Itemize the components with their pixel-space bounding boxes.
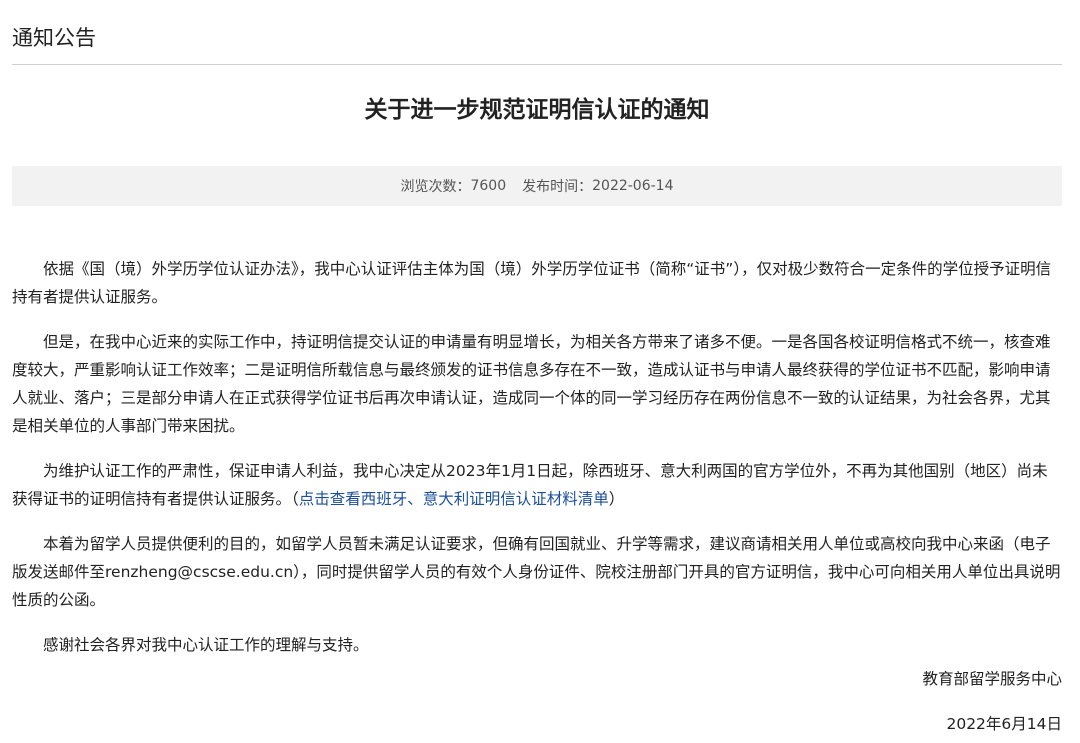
published-label: 发布时间： (522, 179, 593, 195)
paragraph-4: 本着为留学人员提供便利的目的，如留学人员暂未满足认证要求，但确有回国就业、升学等… (12, 535, 1061, 609)
materials-list-link[interactable]: 点击查看西班牙、意大利证明信认证材料清单 (299, 490, 609, 508)
paragraph-1: 依据《国（境）外学历学位认证办法》，我中心认证评估主体为国（境）外学历学位证书（… (12, 260, 1052, 306)
article-body: 依据《国（境）外学历学位认证办法》，我中心认证评估主体为国（境）外学历学位证书（… (12, 255, 1062, 676)
article-meta-bar: 浏览次数： 7600 发布时间： 2022-06-14 (12, 166, 1062, 206)
paragraph-5: 感谢社会各界对我中心认证工作的理解与支持。 (43, 636, 369, 654)
signature-organization: 教育部留学服务中心 (922, 670, 1062, 688)
signature-date: 2022年6月14日 (946, 715, 1062, 733)
paragraph-3-end: ） (608, 490, 625, 508)
paragraph-3: 为维护认证工作的严肃性，保证申请人利益，我中心决定从2023年1月1日起，除西班… (12, 457, 1062, 513)
article-title: 关于进一步规范证明信认证的通知 (364, 97, 710, 123)
views-label: 浏览次数： (400, 179, 471, 195)
view-count: 7600 (470, 178, 507, 194)
published-date: 2022-06-14 (592, 178, 674, 194)
section-title: 通知公告 (12, 26, 96, 50)
divider (12, 64, 1062, 65)
paragraph-2: 但是，在我中心近来的实际工作中，持证明信提交认证的申请量有明显增长，为相关各方带… (12, 333, 1051, 435)
